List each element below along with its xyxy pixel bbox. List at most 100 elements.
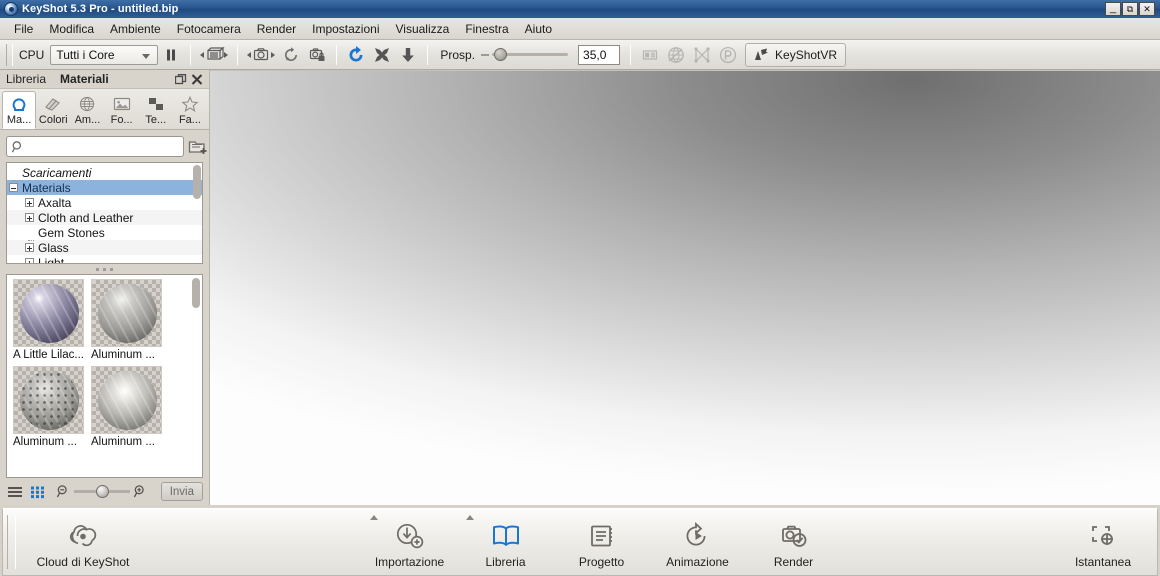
restore-button[interactable]: ⧉ bbox=[1122, 2, 1138, 16]
render-viewport[interactable] bbox=[210, 70, 1160, 505]
toolbar-grip[interactable] bbox=[6, 43, 13, 66]
dock-item-render[interactable]: Render bbox=[746, 509, 842, 575]
dock-item-cloud[interactable]: Cloud di KeyShot bbox=[18, 509, 148, 575]
add-folder-icon bbox=[188, 141, 207, 154]
panel-float-button[interactable] bbox=[173, 72, 189, 86]
perspective-slider[interactable] bbox=[492, 48, 569, 61]
menu-file[interactable]: File bbox=[6, 19, 41, 39]
panel-tab-libreria[interactable]: Libreria bbox=[6, 72, 60, 86]
menu-visualizza[interactable]: Visualizza bbox=[388, 19, 458, 39]
thumbnail-size-slider[interactable] bbox=[74, 485, 130, 498]
tab-texture[interactable]: Te... bbox=[139, 91, 173, 129]
menu-fotocamera[interactable]: Fotocamera bbox=[169, 19, 249, 39]
snapshot-icon bbox=[1092, 526, 1113, 545]
dock-item-libreria[interactable]: Libreria bbox=[458, 509, 554, 575]
search-input[interactable] bbox=[28, 138, 183, 155]
expand-icon[interactable] bbox=[25, 198, 34, 207]
tree-item-gem-stones[interactable]: Gem Stones bbox=[7, 225, 202, 241]
folder-tree-list: Scaricamenti Materials Axalta Cloth and … bbox=[7, 163, 202, 263]
camera-nav-button[interactable] bbox=[244, 43, 278, 67]
thumbnail-size-knob[interactable] bbox=[96, 485, 109, 498]
spin-button[interactable] bbox=[715, 43, 741, 67]
expand-icon[interactable] bbox=[25, 243, 34, 252]
minimize-button[interactable]: _ bbox=[1105, 2, 1121, 16]
download-button[interactable] bbox=[395, 43, 421, 67]
material-grid-list: A Little Lilac... Aluminum ... Aluminum … bbox=[7, 275, 202, 453]
tree-item-scaricamenti[interactable]: Scaricamenti bbox=[7, 165, 202, 181]
panel-tab-materiali[interactable]: Materiali bbox=[60, 72, 123, 86]
lock-camera-button[interactable] bbox=[304, 43, 330, 67]
material-name: Aluminum ... bbox=[91, 436, 155, 448]
collapse-icon[interactable] bbox=[9, 183, 18, 192]
tree-item-label: Materials bbox=[22, 180, 71, 195]
grid-view-button[interactable] bbox=[29, 483, 47, 501]
tab-materiali[interactable]: Ma... bbox=[2, 91, 37, 129]
grid-scrollbar[interactable] bbox=[192, 278, 200, 308]
cores-dropdown[interactable]: Tutti i Core bbox=[50, 44, 159, 65]
menu-render[interactable]: Render bbox=[249, 19, 304, 39]
dock-item-progetto[interactable]: Progetto bbox=[554, 509, 650, 575]
render-icon bbox=[781, 525, 806, 547]
list-view-icon bbox=[8, 486, 22, 497]
tree-scrollbar[interactable] bbox=[193, 165, 201, 199]
tab-favoriti[interactable]: Fa... bbox=[173, 91, 207, 129]
fullscreen-button[interactable] bbox=[369, 43, 395, 67]
environment-button[interactable] bbox=[663, 43, 689, 67]
tab-fondali[interactable]: Fo... bbox=[105, 91, 139, 129]
dock-item-istantanea[interactable]: Istantanea bbox=[1055, 509, 1151, 575]
main-body: Libreria Materiali Ma... Colori Am... Fo… bbox=[0, 70, 1160, 505]
perspective-value-input[interactable]: 35,0 bbox=[578, 44, 621, 65]
refresh-camera-button[interactable] bbox=[278, 43, 304, 67]
menu-aiuto[interactable]: Aiuto bbox=[517, 19, 560, 39]
material-item[interactable]: Aluminum ... bbox=[13, 366, 87, 449]
material-item[interactable]: Aluminum ... bbox=[91, 366, 165, 449]
panel-header: Libreria Materiali bbox=[0, 70, 209, 88]
dock-item-animazione[interactable]: Animazione bbox=[650, 509, 746, 575]
grid-view-icon bbox=[31, 486, 44, 498]
perspective-slider-knob[interactable] bbox=[494, 48, 508, 61]
tree-item-glass[interactable]: Glass bbox=[7, 240, 202, 255]
pause-icon bbox=[167, 49, 176, 60]
dock-grip[interactable] bbox=[7, 515, 16, 569]
backplate-icon-wrap bbox=[113, 94, 131, 114]
folder-tree[interactable]: Scaricamenti Materials Axalta Cloth and … bbox=[6, 162, 203, 264]
window-controls: _ ⧉ ✕ bbox=[1105, 2, 1158, 16]
expand-icon[interactable] bbox=[25, 258, 34, 263]
add-folder-button[interactable] bbox=[188, 137, 208, 157]
close-button[interactable]: ✕ bbox=[1139, 2, 1155, 16]
menu-ambiente[interactable]: Ambiente bbox=[102, 19, 169, 39]
material-item[interactable]: A Little Lilac... bbox=[13, 279, 87, 362]
render-refresh-button[interactable] bbox=[343, 43, 369, 67]
panel-close-button[interactable] bbox=[189, 72, 205, 86]
tree-item-light[interactable]: Light bbox=[7, 255, 202, 263]
material-thumbnail bbox=[13, 279, 84, 347]
title-bar: KeyShot 5.3 Pro - untitled.bip _ ⧉ ✕ bbox=[0, 0, 1160, 18]
menu-modifica[interactable]: Modifica bbox=[41, 19, 102, 39]
expand-icon[interactable] bbox=[25, 213, 34, 222]
project-icon-wrap bbox=[586, 519, 618, 553]
list-view-button[interactable] bbox=[6, 483, 24, 501]
tree-item-axalta[interactable]: Axalta bbox=[7, 195, 202, 210]
search-box[interactable] bbox=[6, 136, 184, 157]
tab-colori[interactable]: Colori bbox=[36, 91, 70, 129]
tree-item-materials[interactable]: Materials bbox=[7, 180, 202, 195]
send-button[interactable]: Invia bbox=[160, 482, 203, 501]
geometry-button[interactable] bbox=[689, 43, 715, 67]
dock-item-importazione[interactable]: Importazione bbox=[362, 509, 458, 575]
tree-item-cloth-and-leather[interactable]: Cloth and Leather bbox=[7, 210, 202, 225]
tab-ambienti[interactable]: Am... bbox=[70, 91, 104, 129]
library-tabstrip: Ma... Colori Am... Fo... Te... Fa... bbox=[0, 88, 209, 130]
pause-button[interactable] bbox=[158, 43, 184, 67]
panel-splitter[interactable] bbox=[0, 264, 209, 274]
material-grid[interactable]: A Little Lilac... Aluminum ... Aluminum … bbox=[6, 274, 203, 478]
menu-finestra[interactable]: Finestra bbox=[457, 19, 516, 39]
tab-label: Fa... bbox=[178, 114, 201, 126]
tab-label: Am... bbox=[74, 114, 101, 126]
panel-toggle-button[interactable] bbox=[637, 43, 663, 67]
material-item[interactable]: Aluminum ... bbox=[91, 279, 165, 362]
keyshotvr-button[interactable]: KeyShotVR bbox=[745, 42, 847, 67]
library-nav-button[interactable] bbox=[197, 43, 231, 67]
menu-impostazioni[interactable]: Impostazioni bbox=[304, 19, 387, 39]
material-name: Aluminum ... bbox=[13, 436, 77, 448]
dock-right-group: Istantanea bbox=[1055, 509, 1157, 575]
